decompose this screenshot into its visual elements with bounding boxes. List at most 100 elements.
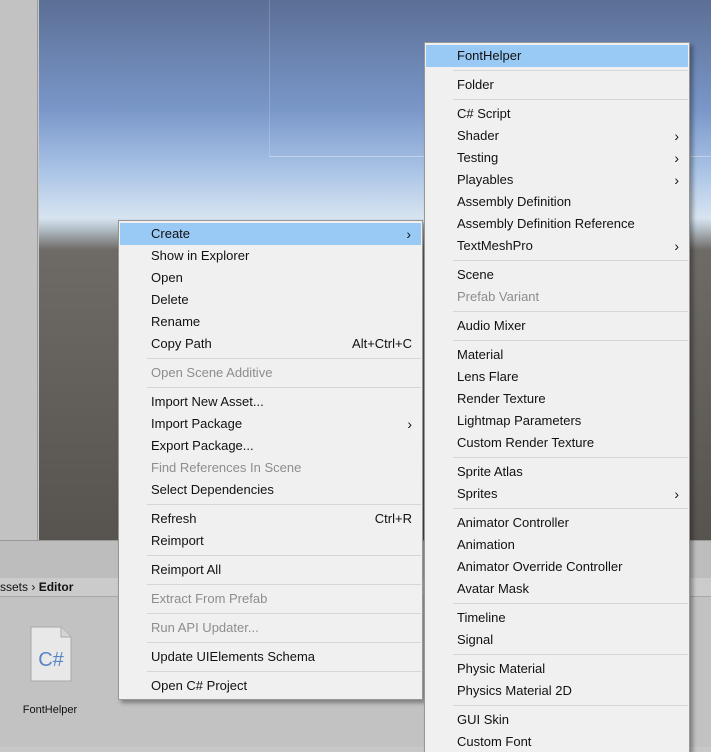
context-menu-item-export-package[interactable]: Export Package... bbox=[119, 435, 422, 457]
create-menu-item-sprites[interactable]: Sprites › bbox=[425, 483, 689, 505]
asset-context-menu: Create › Show in Explorer Open Delete Rename C… bbox=[118, 220, 423, 700]
menu-separator bbox=[147, 504, 421, 505]
menu-item-label: Extract From Prefab bbox=[151, 591, 268, 606]
create-menu-item-shader[interactable]: Shader › bbox=[425, 125, 689, 147]
create-menu-item-signal[interactable]: Signal bbox=[425, 629, 689, 651]
menu-separator bbox=[453, 311, 688, 312]
submenu-arrow-icon: › bbox=[407, 416, 412, 432]
create-menu-item-sprite-atlas[interactable]: Sprite Atlas bbox=[425, 461, 689, 483]
menu-item-label: Prefab Variant bbox=[457, 289, 540, 304]
menu-item-label: Select Dependencies bbox=[151, 482, 274, 497]
context-menu-item-show-in-explorer[interactable]: Show in Explorer bbox=[119, 245, 422, 267]
csharp-file-icon[interactable]: C# bbox=[30, 626, 72, 682]
menu-item-label: Animator Override Controller bbox=[457, 559, 623, 574]
create-menu-item-custom-render-texture[interactable]: Custom Render Texture bbox=[425, 432, 689, 454]
create-menu-item-testing[interactable]: Testing › bbox=[425, 147, 689, 169]
menu-item-label: Create bbox=[151, 226, 191, 241]
context-menu-item-delete[interactable]: Delete bbox=[119, 289, 422, 311]
create-menu-item-material[interactable]: Material bbox=[425, 344, 689, 366]
menu-separator bbox=[147, 358, 421, 359]
menu-item-label: Signal bbox=[457, 632, 494, 647]
create-menu-item-textmeshpro[interactable]: TextMeshPro › bbox=[425, 235, 689, 257]
context-menu-item-open[interactable]: Open bbox=[119, 267, 422, 289]
context-menu-item-copy-path[interactable]: Copy Path Alt+Ctrl+C bbox=[119, 333, 422, 355]
submenu-arrow-icon: › bbox=[674, 150, 679, 166]
menu-item-label: Export Package... bbox=[151, 438, 254, 453]
create-menu-item-avatar-mask[interactable]: Avatar Mask bbox=[425, 578, 689, 600]
menu-item-label: Update UIElements Schema bbox=[151, 649, 316, 664]
menu-shortcut: Alt+Ctrl+C bbox=[352, 336, 412, 351]
create-submenu: FontHelper Folder C# Script Shader › Testing ›… bbox=[424, 42, 690, 752]
create-menu-item-lightmap-parameters[interactable]: Lightmap Parameters bbox=[425, 410, 689, 432]
menu-separator bbox=[453, 260, 688, 261]
context-menu-item-reimport-all[interactable]: Reimport All bbox=[119, 559, 422, 581]
menu-item-label: Import New Asset... bbox=[151, 394, 264, 409]
menu-separator bbox=[147, 555, 421, 556]
submenu-arrow-icon: › bbox=[674, 238, 679, 254]
create-menu-item-fonthelper[interactable]: FontHelper bbox=[426, 45, 688, 67]
menu-item-label: FontHelper bbox=[457, 48, 522, 63]
menu-separator bbox=[147, 671, 421, 672]
context-menu-item-select-dependencies[interactable]: Select Dependencies bbox=[119, 479, 422, 501]
create-menu-item-playables[interactable]: Playables › bbox=[425, 169, 689, 191]
create-menu-item-c-script[interactable]: C# Script bbox=[425, 103, 689, 125]
create-menu-item-render-texture[interactable]: Render Texture bbox=[425, 388, 689, 410]
context-menu-item-refresh[interactable]: Refresh Ctrl+R bbox=[119, 508, 422, 530]
create-menu-item-lens-flare[interactable]: Lens Flare bbox=[425, 366, 689, 388]
context-menu-item-open-c-project[interactable]: Open C# Project bbox=[119, 675, 422, 697]
create-menu-item-animation[interactable]: Animation bbox=[425, 534, 689, 556]
create-menu-item-timeline[interactable]: Timeline bbox=[425, 607, 689, 629]
context-menu-item-run-api-updater: Run API Updater... bbox=[119, 617, 422, 639]
menu-item-label: Material bbox=[457, 347, 504, 362]
create-menu-item-custom-font[interactable]: Custom Font bbox=[425, 731, 689, 752]
menu-item-label: Sprite Atlas bbox=[457, 464, 523, 479]
context-menu-item-reimport[interactable]: Reimport bbox=[119, 530, 422, 552]
breadcrumb-item-editor[interactable]: Editor bbox=[39, 580, 74, 594]
menu-item-label: Open C# Project bbox=[151, 678, 248, 693]
menu-item-label: Physics Material 2D bbox=[457, 683, 572, 698]
create-menu-item-folder[interactable]: Folder bbox=[425, 74, 689, 96]
menu-item-label: Custom Render Texture bbox=[457, 435, 595, 450]
create-menu-item-animator-override-controller[interactable]: Animator Override Controller bbox=[425, 556, 689, 578]
create-menu-item-prefab-variant: Prefab Variant bbox=[425, 286, 689, 308]
menu-separator bbox=[147, 584, 421, 585]
context-menu-item-rename[interactable]: Rename bbox=[119, 311, 422, 333]
menu-item-label: Audio Mixer bbox=[457, 318, 526, 333]
menu-item-label: Physic Material bbox=[457, 661, 546, 676]
menu-separator bbox=[453, 70, 688, 71]
submenu-arrow-icon: › bbox=[674, 486, 679, 502]
menu-separator bbox=[453, 603, 688, 604]
create-menu-item-gui-skin[interactable]: GUI Skin bbox=[425, 709, 689, 731]
create-menu-item-audio-mixer[interactable]: Audio Mixer bbox=[425, 315, 689, 337]
context-menu-item-update-uielements-schema[interactable]: Update UIElements Schema bbox=[119, 646, 422, 668]
menu-separator bbox=[453, 508, 688, 509]
context-menu-item-create[interactable]: Create › bbox=[120, 223, 421, 245]
menu-item-label: GUI Skin bbox=[457, 712, 510, 727]
submenu-arrow-icon: › bbox=[406, 226, 411, 242]
menu-separator bbox=[453, 654, 688, 655]
menu-item-label: Lightmap Parameters bbox=[457, 413, 582, 428]
menu-item-label: Open Scene Additive bbox=[151, 365, 273, 380]
menu-item-label: Rename bbox=[151, 314, 201, 329]
menu-item-label: Find References In Scene bbox=[151, 460, 302, 475]
menu-separator bbox=[147, 613, 421, 614]
context-menu-item-extract-from-prefab: Extract From Prefab bbox=[119, 588, 422, 610]
breadcrumb-separator-icon: › bbox=[31, 580, 36, 594]
create-menu-item-assembly-definition-reference[interactable]: Assembly Definition Reference bbox=[425, 213, 689, 235]
menu-separator bbox=[453, 340, 688, 341]
create-menu-item-physics-material-2d[interactable]: Physics Material 2D bbox=[425, 680, 689, 702]
menu-item-label: Assembly Definition bbox=[457, 194, 572, 209]
context-menu-item-import-new-asset[interactable]: Import New Asset... bbox=[119, 391, 422, 413]
menu-item-label: Reimport bbox=[151, 533, 204, 548]
menu-separator bbox=[453, 705, 688, 706]
context-menu-item-find-references-in-scene: Find References In Scene bbox=[119, 457, 422, 479]
create-menu-item-assembly-definition[interactable]: Assembly Definition bbox=[425, 191, 689, 213]
hierarchy-panel bbox=[0, 0, 38, 540]
create-menu-item-animator-controller[interactable]: Animator Controller bbox=[425, 512, 689, 534]
menu-shortcut: Ctrl+R bbox=[374, 511, 412, 526]
create-menu-item-scene[interactable]: Scene bbox=[425, 264, 689, 286]
breadcrumb-item-assets[interactable]: ssets bbox=[0, 580, 28, 594]
scene-grid-line bbox=[269, 0, 270, 156]
create-menu-item-physic-material[interactable]: Physic Material bbox=[425, 658, 689, 680]
context-menu-item-import-package[interactable]: Import Package › bbox=[119, 413, 422, 435]
